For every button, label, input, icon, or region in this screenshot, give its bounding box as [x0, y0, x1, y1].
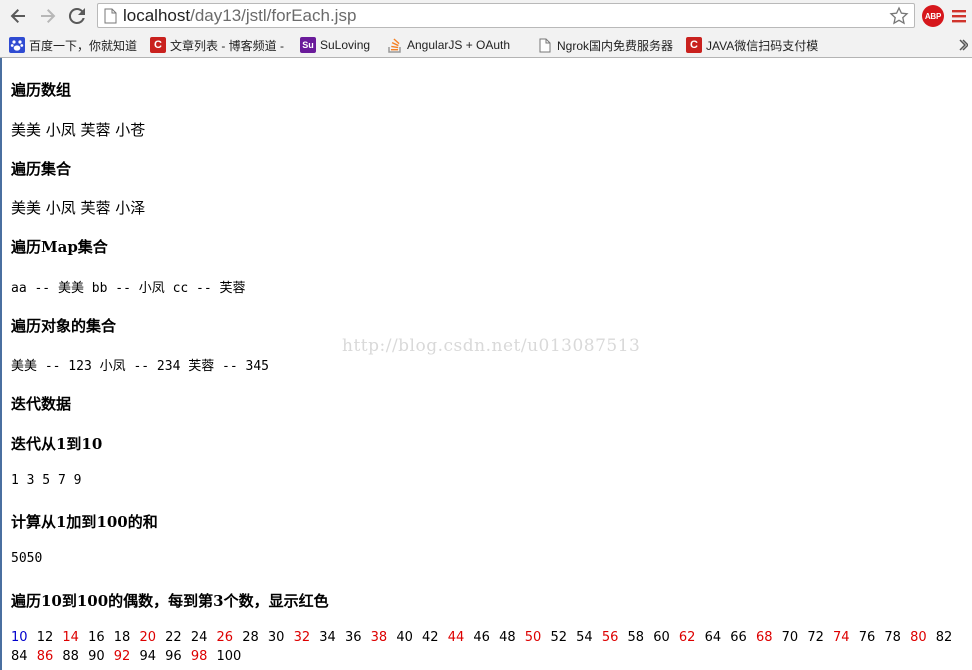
stackoverflow-icon: [387, 37, 403, 53]
even-number: 76: [858, 630, 876, 645]
collection-values: 美美 小凤 芙蓉 小泽: [11, 199, 146, 217]
even-number: 88: [62, 649, 79, 664]
even-number: 74: [833, 630, 850, 645]
even-number: 66: [730, 630, 747, 645]
suloving-icon: Su: [300, 37, 316, 53]
even-number: 64: [704, 630, 722, 645]
even-number: 26: [216, 630, 234, 645]
even-number: 14: [62, 630, 79, 645]
heading-even-numbers: 遍历10到100的偶数，每到第3个数，显示红色: [11, 592, 329, 610]
even-number: 30: [267, 630, 285, 645]
heading-iterate-1-to-10: 迭代从1到10: [11, 435, 103, 453]
heading-iterate-objects: 遍历对象的集合: [11, 317, 117, 335]
bookmark-label: JAVA微信扫码支付模: [706, 38, 819, 53]
even-number: 32: [293, 630, 311, 645]
even-number: 40: [396, 630, 413, 645]
bookmark-angularjs[interactable]: AngularJS + OAuth: [387, 33, 527, 57]
arrow-right-icon: [41, 9, 56, 23]
even-number: 86: [36, 649, 54, 664]
url-path: /day13/jstl/forEach.jsp: [190, 6, 357, 25]
even-number: 22: [165, 630, 182, 645]
even-number: 90: [88, 649, 105, 664]
adblock-plus-icon[interactable]: ABP: [922, 5, 944, 27]
menu-icon[interactable]: [952, 9, 966, 23]
star-icon[interactable]: [889, 6, 909, 26]
odd-values: 1 3 5 7 9: [11, 473, 82, 488]
bookmark-label: SuLoving: [320, 38, 371, 52]
csdn-icon: C: [150, 37, 166, 53]
arrow-left-icon: [10, 9, 25, 23]
bookmark-suloving[interactable]: Su SuLoving: [300, 33, 380, 57]
even-number: 84: [11, 649, 28, 664]
bookmark-csdn-articles[interactable]: C 文章列表 - 博客频道 -: [150, 33, 290, 57]
forward-button[interactable]: [36, 4, 60, 28]
heading-sum-1-to-100: 计算从1加到100的和: [11, 513, 158, 531]
even-number: 10: [11, 630, 28, 645]
even-number: 78: [884, 630, 901, 645]
csdn-icon: C: [686, 37, 702, 53]
bookmark-label: AngularJS + OAuth: [407, 38, 511, 52]
even-number: 60: [653, 630, 670, 645]
even-number: 24: [190, 630, 208, 645]
chevron-right-icon[interactable]: [958, 38, 968, 52]
bookmark-baidu[interactable]: 百度一下，你就知道: [9, 33, 141, 57]
even-number: 34: [319, 630, 336, 645]
sum-value: 5050: [11, 551, 43, 566]
url-host: localhost: [123, 6, 191, 25]
even-number: 62: [678, 630, 696, 645]
browser-toolbar: localhost/day13/jstl/forEach.jsp ABP: [0, 0, 972, 33]
even-number: 92: [113, 649, 131, 664]
back-button[interactable]: [6, 4, 30, 28]
even-number: 12: [36, 630, 54, 645]
even-number: 20: [139, 630, 156, 645]
watermark: http://blog.csdn.net/u013087513: [342, 336, 641, 356]
bookmark-label: Ngrok国内免费服务器: [557, 38, 674, 53]
even-number: 98: [190, 649, 208, 664]
even-number: 54: [576, 630, 593, 645]
even-number: 50: [524, 630, 542, 645]
even-number: 94: [139, 649, 156, 664]
even-number: 96: [165, 649, 182, 664]
bookmark-java-wechat-pay[interactable]: C JAVA微信扫码支付模: [686, 33, 826, 57]
baidu-paw-icon: [9, 37, 25, 53]
even-number-list: 10 12 14 16 18 20 22 24 26 28 30 32 34 3…: [11, 628, 971, 666]
even-number: 100: [216, 649, 242, 664]
reload-button[interactable]: [65, 4, 89, 28]
even-number: 48: [499, 630, 516, 645]
even-number: 44: [447, 630, 465, 645]
even-number: 52: [550, 630, 567, 645]
bookmark-label: 百度一下，你就知道: [29, 38, 138, 53]
reload-icon: [68, 7, 85, 24]
even-number: 16: [88, 630, 105, 645]
abp-label: ABP: [924, 11, 942, 21]
object-values: 美美 -- 123 小凤 -- 234 芙蓉 -- 345: [11, 359, 270, 374]
even-number: 28: [242, 630, 259, 645]
even-number: 72: [807, 630, 824, 645]
even-number: 70: [781, 630, 799, 645]
page-content: 遍历数组 美美 小凤 芙蓉 小苍 遍历集合 美美 小凤 芙蓉 小泽 遍历Map集…: [0, 58, 972, 670]
even-number: 82: [935, 630, 953, 645]
url-text: localhost/day13/jstl/forEach.jsp: [123, 5, 356, 27]
map-values: aa -- 美美 bb -- 小凤 cc -- 芙蓉: [11, 281, 246, 296]
document-icon: [537, 37, 553, 53]
even-number: 68: [755, 630, 773, 645]
even-number: 36: [344, 630, 362, 645]
even-number: 42: [422, 630, 439, 645]
address-bar[interactable]: localhost/day13/jstl/forEach.jsp: [97, 3, 915, 28]
even-number: 58: [627, 630, 645, 645]
heading-iterate-collection: 遍历集合: [11, 160, 72, 178]
even-number: 80: [910, 630, 927, 645]
page-icon: [104, 8, 117, 24]
even-number: 38: [370, 630, 388, 645]
bookmark-ngrok[interactable]: Ngrok国内免费服务器: [537, 33, 677, 57]
even-number: 18: [113, 630, 131, 645]
array-values: 美美 小凤 芙蓉 小苍: [11, 121, 146, 139]
heading-iterate-data: 迭代数据: [11, 395, 72, 413]
bookmarks-bar: 百度一下，你就知道 C 文章列表 - 博客频道 - Su SuLoving An…: [0, 33, 972, 58]
even-number: 46: [473, 630, 490, 645]
heading-iterate-map: 遍历Map集合: [11, 238, 108, 256]
even-number: 56: [601, 630, 619, 645]
heading-iterate-array: 遍历数组: [11, 81, 72, 99]
bookmark-label: 文章列表 - 博客频道 -: [170, 38, 284, 53]
